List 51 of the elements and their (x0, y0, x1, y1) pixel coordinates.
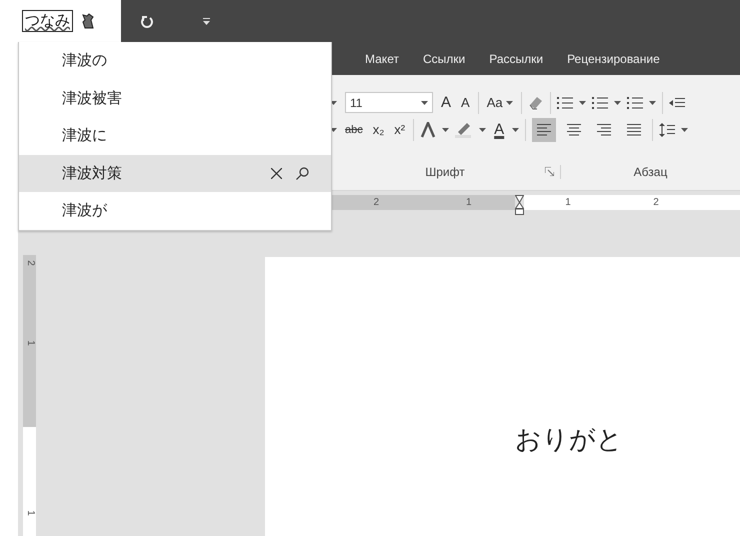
indent-marker-icon[interactable] (515, 195, 524, 215)
font-size-field[interactable]: 11 (345, 92, 433, 113)
ruler-number: 1 (24, 340, 36, 346)
shrink-font-button[interactable]: A (459, 90, 472, 114)
caret-icon[interactable] (506, 100, 513, 104)
suggestion-item[interactable]: 津波が (19, 192, 331, 230)
suggestion-item[interactable]: 津波被害 (19, 80, 331, 117)
ruler-number: 2 (653, 197, 659, 208)
grow-font-button[interactable]: A (439, 90, 454, 114)
caret-icon[interactable] (614, 100, 621, 104)
ribbon-tab[interactable]: Ссылки (410, 52, 478, 66)
caret-icon[interactable] (681, 128, 688, 132)
change-case-button[interactable]: Aa (484, 90, 515, 114)
search-icon[interactable] (296, 166, 309, 180)
undo-icon[interactable] (141, 14, 153, 28)
caret-icon[interactable] (421, 100, 428, 104)
caret-icon[interactable] (479, 128, 486, 132)
ruler-number: 1 (24, 510, 36, 516)
caret-icon[interactable] (442, 128, 450, 132)
close-icon[interactable] (271, 168, 282, 179)
subscript-button[interactable]: x₂ (370, 118, 386, 142)
highlighter-icon[interactable] (455, 122, 474, 138)
strikethrough-button[interactable]: abc (343, 118, 365, 142)
suggestion-item[interactable]: 津波に (19, 117, 331, 154)
ruler-number: 2 (24, 260, 36, 266)
numbered-list-icon[interactable] (592, 96, 608, 110)
ruler-number: 1 (466, 197, 472, 208)
align-left-button[interactable] (532, 118, 556, 142)
dialog-launcher-icon[interactable] (545, 167, 554, 176)
superscript-button[interactable]: x² (392, 118, 408, 142)
ribbon-tab[interactable]: Рецензирование (555, 52, 672, 66)
ruler-number: 1 (565, 197, 571, 208)
bullet-list-icon[interactable] (556, 96, 573, 110)
caret-icon[interactable] (648, 100, 656, 104)
group-label: Шрифт (425, 165, 465, 179)
eraser-icon[interactable] (528, 94, 544, 110)
ribbon-tab[interactable]: Рассылки (477, 52, 556, 66)
customize-toolbar-icon[interactable] (203, 18, 210, 24)
font-color-button[interactable]: A (492, 118, 506, 142)
decrease-indent-icon[interactable] (668, 96, 685, 110)
caret-icon[interactable] (578, 100, 586, 104)
group-label: Абзац (634, 165, 668, 179)
ribbon-tab[interactable]: Макет (353, 52, 411, 66)
suggestion-item[interactable]: 津波の (19, 42, 331, 80)
line-spacing-icon[interactable] (659, 122, 676, 138)
ime-composition: つなみ (22, 10, 73, 32)
document-text: おりがと (515, 424, 623, 456)
ruler-number: 2 (373, 197, 380, 208)
caret-icon[interactable] (512, 128, 520, 132)
suggestion-item[interactable]: 津波対策 (19, 154, 331, 192)
multilevel-list-icon[interactable] (626, 96, 643, 110)
